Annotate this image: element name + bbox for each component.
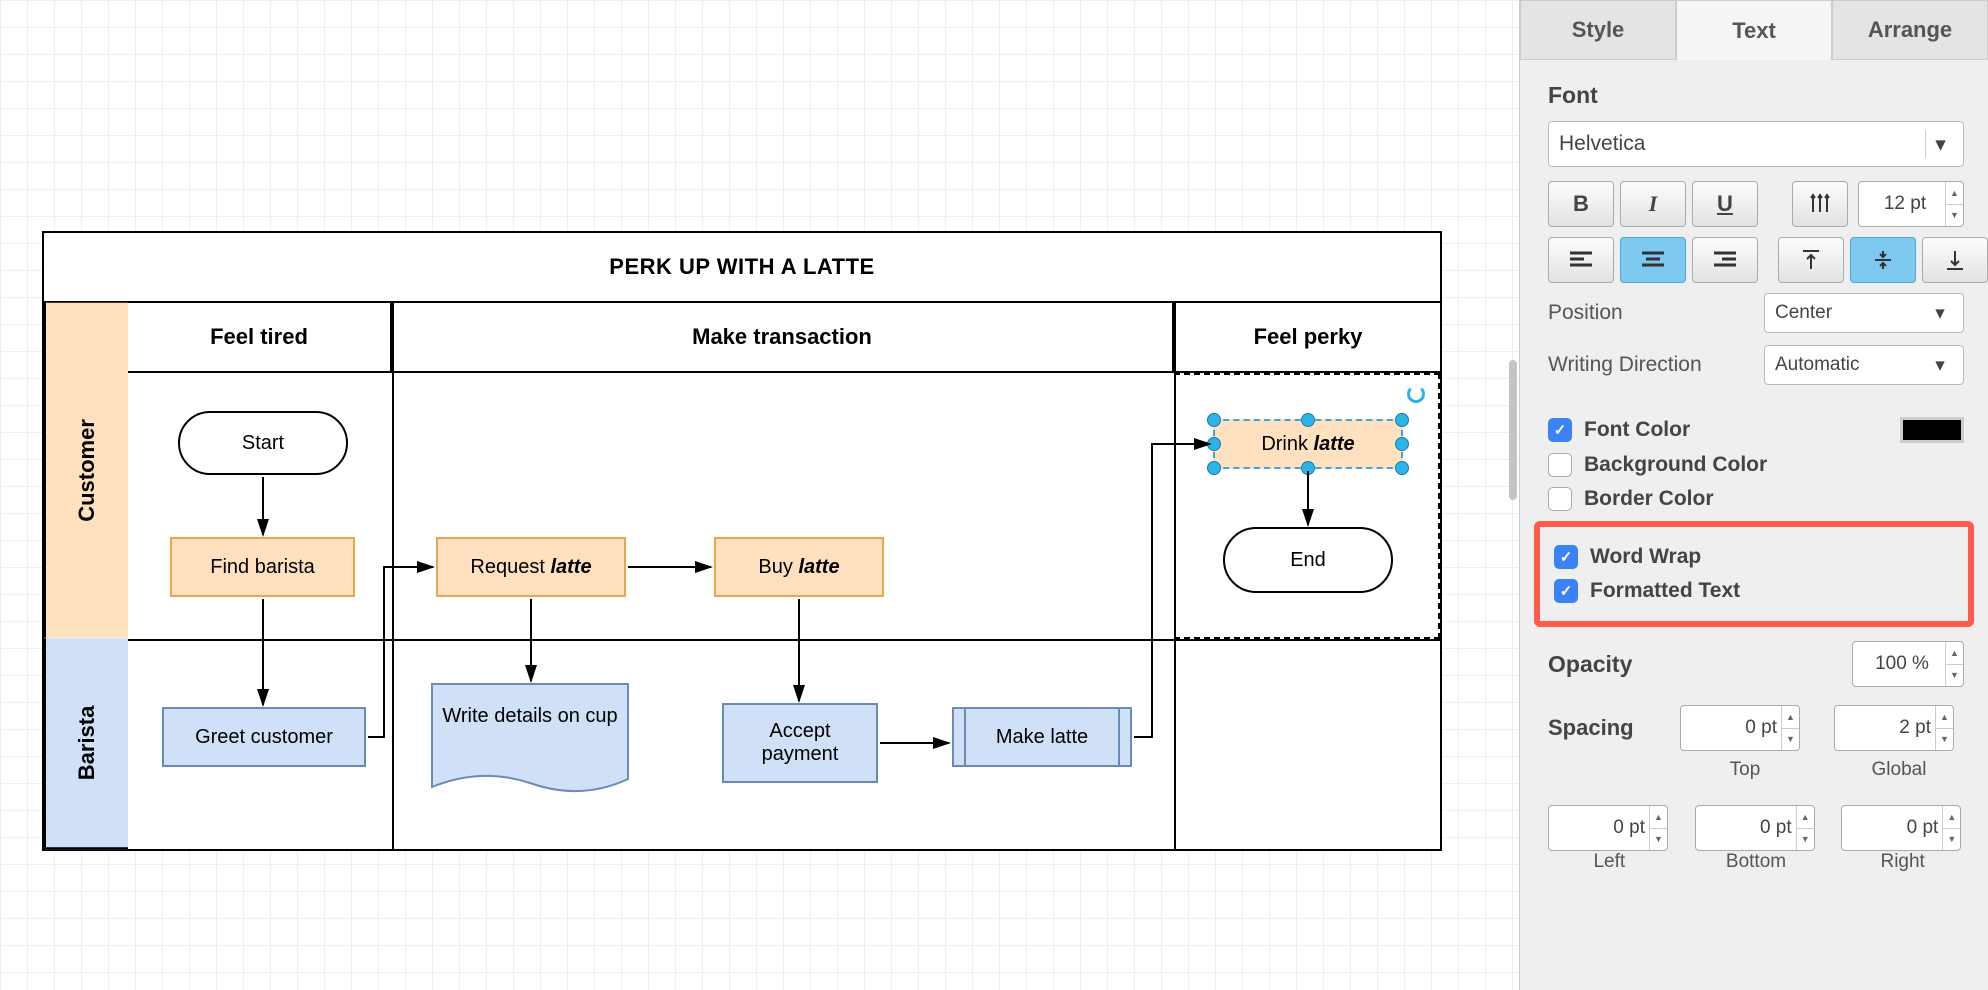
- canvas[interactable]: PERK UP WITH A LATTE Customer Barista Fe…: [0, 0, 1519, 990]
- tab-text[interactable]: Text: [1676, 0, 1832, 60]
- opacity-label: Opacity: [1548, 651, 1632, 678]
- accept-payment-node[interactable]: Accept payment: [722, 703, 878, 783]
- write-details-label: Write details on cup: [431, 705, 629, 728]
- font-family-value: Helvetica: [1559, 132, 1645, 156]
- phase-feel-perky[interactable]: Feel perky: [1174, 303, 1442, 373]
- font-label: Font: [1548, 82, 1964, 109]
- chevron-down-icon: ▾: [1925, 130, 1955, 158]
- font-size-value: 12 pt: [1884, 193, 1926, 215]
- spacing-left-sublabel: Left: [1548, 851, 1671, 873]
- align-left-icon: [1570, 251, 1592, 269]
- request-latte-node[interactable]: Request latte: [436, 537, 626, 597]
- spacing-global-input[interactable]: 2 pt▲▼: [1834, 705, 1954, 751]
- font-family-select[interactable]: Helvetica ▾: [1548, 121, 1964, 167]
- write-details-node[interactable]: Write details on cup: [431, 683, 629, 801]
- font-size-input[interactable]: 12 pt ▲▼: [1858, 181, 1964, 227]
- position-select[interactable]: Center ▾: [1764, 293, 1964, 333]
- chevron-down-icon: ▾: [1925, 299, 1955, 327]
- opacity-value: 100 %: [1875, 653, 1929, 675]
- spacing-left-value: 0 pt: [1613, 817, 1645, 839]
- diagram-title: PERK UP WITH A LATTE: [44, 233, 1440, 303]
- spacing-right-value: 0 pt: [1907, 817, 1939, 839]
- word-wrap-checkbox[interactable]: ✓: [1554, 545, 1578, 569]
- font-color-swatch[interactable]: [1900, 417, 1964, 443]
- spacing-right-sublabel: Right: [1841, 851, 1964, 873]
- greet-customer-node[interactable]: Greet customer: [162, 707, 366, 767]
- find-barista-node[interactable]: Find barista: [170, 537, 355, 597]
- formatted-text-label: Formatted Text: [1590, 579, 1740, 603]
- spacing-bottom-value: 0 pt: [1760, 817, 1792, 839]
- background-color-checkbox[interactable]: [1548, 453, 1572, 477]
- font-color-checkbox[interactable]: ✓: [1548, 418, 1572, 442]
- tab-arrange[interactable]: Arrange: [1832, 0, 1988, 60]
- phase-divider-2: [1174, 303, 1176, 849]
- word-wrap-label: Word Wrap: [1590, 545, 1701, 569]
- make-latte-label: Make latte: [996, 726, 1088, 749]
- position-label: Position: [1548, 301, 1623, 325]
- spacing-top-input[interactable]: 0 pt▲▼: [1680, 705, 1800, 751]
- border-color-checkbox[interactable]: [1548, 487, 1572, 511]
- phase-feel-tired[interactable]: Feel tired: [128, 303, 392, 373]
- start-node[interactable]: Start: [178, 411, 348, 475]
- lane-divider: [128, 639, 1440, 641]
- italic-button[interactable]: I: [1620, 181, 1686, 227]
- writing-direction-value: Automatic: [1775, 354, 1859, 376]
- opacity-input[interactable]: 100 % ▲▼: [1852, 641, 1964, 687]
- writing-direction-select[interactable]: Automatic ▾: [1764, 345, 1964, 385]
- lane-barista[interactable]: Barista: [44, 638, 128, 849]
- valign-bottom-icon: [1945, 249, 1965, 271]
- bold-button[interactable]: B: [1548, 181, 1614, 227]
- spacing-left-input[interactable]: 0 pt▲▼: [1548, 805, 1668, 851]
- valign-middle-button[interactable]: [1850, 237, 1916, 283]
- rotate-handle-icon[interactable]: [1407, 385, 1425, 403]
- align-center-button[interactable]: [1620, 237, 1686, 283]
- valign-top-button[interactable]: [1778, 237, 1844, 283]
- spacing-top-sublabel: Top: [1680, 759, 1810, 781]
- drink-latte-node-selected[interactable]: Drink latte: [1213, 419, 1403, 469]
- make-latte-node[interactable]: Make latte: [952, 707, 1132, 767]
- align-center-icon: [1642, 251, 1664, 269]
- align-right-button[interactable]: [1692, 237, 1758, 283]
- format-panel: Style Text Arrange Font Helvetica ▾ B I …: [1519, 0, 1988, 990]
- tab-style[interactable]: Style: [1520, 0, 1676, 60]
- spacing-bottom-input[interactable]: 0 pt▲▼: [1695, 805, 1815, 851]
- spacing-top-value: 0 pt: [1745, 717, 1777, 739]
- border-color-label: Border Color: [1584, 487, 1714, 511]
- formatted-text-checkbox[interactable]: ✓: [1554, 579, 1578, 603]
- valign-bottom-button[interactable]: [1922, 237, 1988, 283]
- spacing-right-input[interactable]: 0 pt▲▼: [1841, 805, 1961, 851]
- panel-scrollbar[interactable]: [1509, 360, 1517, 500]
- buy-latte-text: Buy latte: [758, 556, 839, 579]
- underline-button[interactable]: U: [1692, 181, 1758, 227]
- phase-divider-1: [392, 303, 394, 849]
- writing-direction-label: Writing Direction: [1548, 353, 1702, 377]
- vertical-text-button[interactable]: [1792, 181, 1848, 227]
- valign-middle-icon: [1873, 249, 1893, 271]
- background-color-label: Background Color: [1584, 453, 1767, 477]
- align-right-icon: [1714, 251, 1736, 269]
- buy-latte-node[interactable]: Buy latte: [714, 537, 884, 597]
- request-latte-text: Request latte: [470, 556, 591, 579]
- end-node[interactable]: End: [1223, 527, 1393, 593]
- spacing-global-value: 2 pt: [1899, 717, 1931, 739]
- font-color-label: Font Color: [1584, 418, 1690, 442]
- align-left-button[interactable]: [1548, 237, 1614, 283]
- swimlane-diagram[interactable]: PERK UP WITH A LATTE Customer Barista Fe…: [42, 231, 1442, 851]
- drink-latte-text: Drink latte: [1261, 433, 1354, 456]
- phase-make-transaction[interactable]: Make transaction: [392, 303, 1174, 373]
- valign-top-icon: [1801, 249, 1821, 271]
- lane-customer[interactable]: Customer: [44, 303, 128, 638]
- vertical-text-icon: [1808, 192, 1832, 216]
- highlighted-options: ✓ Word Wrap ✓ Formatted Text: [1534, 521, 1974, 627]
- spacing-global-sublabel: Global: [1834, 759, 1964, 781]
- spacing-label: Spacing: [1548, 715, 1656, 741]
- chevron-down-icon: ▾: [1925, 351, 1955, 379]
- position-value: Center: [1775, 302, 1832, 324]
- spacing-bottom-sublabel: Bottom: [1695, 851, 1818, 873]
